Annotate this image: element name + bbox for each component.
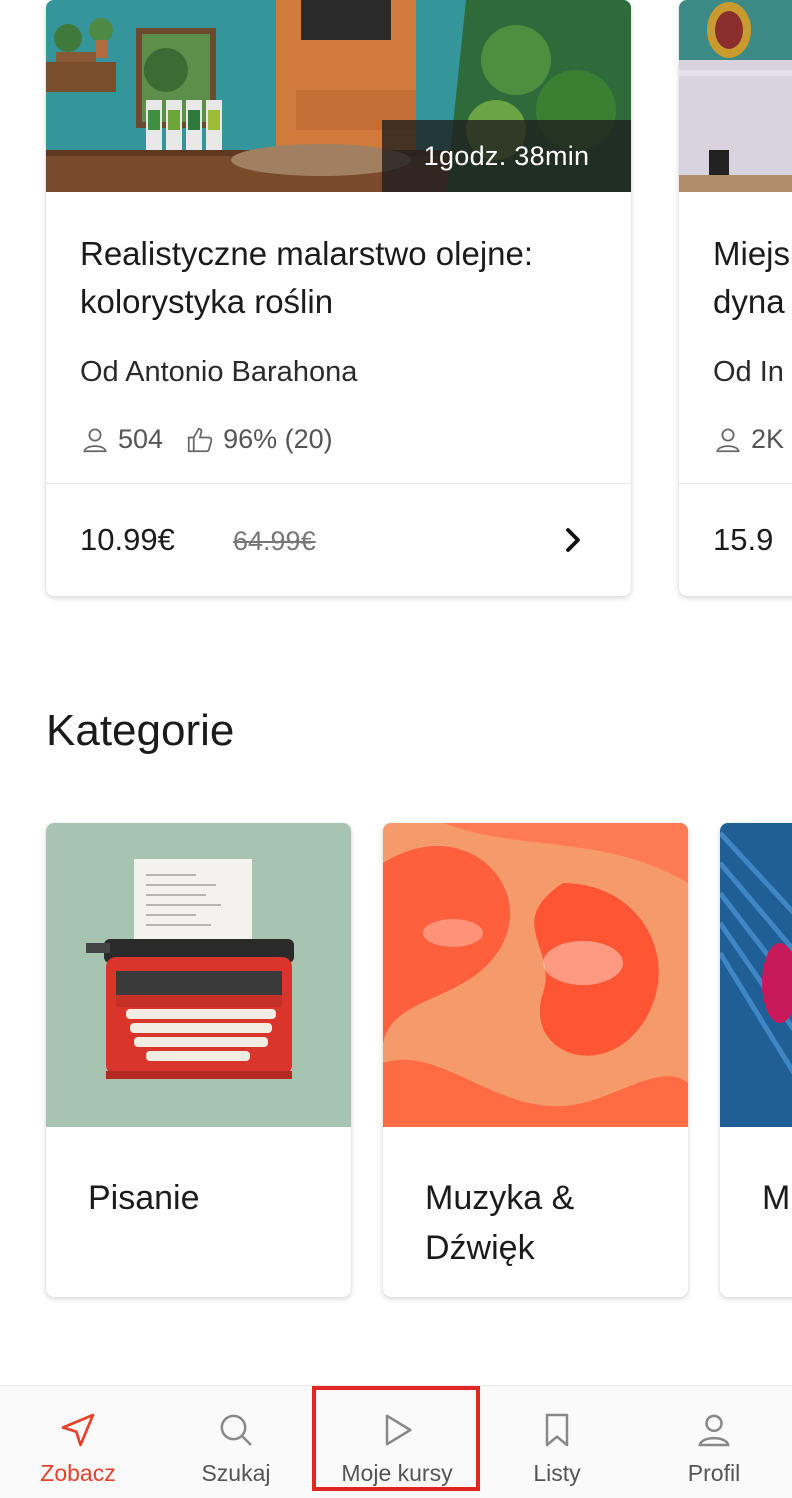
chevron-right-icon[interactable] — [558, 522, 588, 558]
divider — [679, 483, 792, 484]
course-card[interactable]: Miejs dyna Od In 2K 15.9 — [679, 0, 792, 596]
category-image — [46, 823, 351, 1127]
category-label: Muzyka & Dźwięk — [425, 1179, 575, 1267]
category-card-partial[interactable]: M — [720, 823, 792, 1297]
bottom-nav: Zobacz Szukaj Moje kursy Listy Profil — [0, 1385, 792, 1498]
rating: 96% (20) — [223, 424, 333, 454]
send-icon — [61, 1413, 95, 1447]
nav-label: Moje kursy — [341, 1460, 453, 1486]
course-card[interactable]: 1godz. 38min Realistyczne malarstwo olej… — [46, 0, 631, 596]
nav-label: Profil — [687, 1460, 741, 1486]
duration-badge: 1godz. 38min — [382, 120, 631, 192]
divider — [46, 483, 631, 484]
course-thumbnail — [679, 0, 792, 192]
students-count: 2K — [751, 424, 785, 454]
category-label: M — [762, 1179, 791, 1217]
course-stats: 504 96% (20) — [80, 424, 333, 455]
course-title: Miejs dyna — [713, 235, 791, 320]
course-stats: 2K — [713, 424, 784, 455]
user-icon — [716, 428, 740, 452]
category-image — [720, 823, 792, 1127]
course-thumbnail: 1godz. 38min — [46, 0, 631, 192]
play-icon — [385, 1414, 412, 1446]
section-title: Kategorie — [46, 706, 235, 755]
search-icon — [220, 1414, 252, 1446]
nav-label: Zobacz — [40, 1460, 116, 1486]
user-icon — [698, 1414, 730, 1447]
nav-item-szukaj[interactable]: Szukaj — [156, 1386, 316, 1498]
students-count: 504 — [118, 424, 164, 454]
category-card-pisanie[interactable]: Pisanie — [46, 823, 351, 1297]
nav-item-zobacz[interactable]: Zobacz — [0, 1386, 156, 1498]
bookmark-icon — [545, 1413, 569, 1447]
thumbs-up-icon — [187, 427, 213, 452]
nav-item-profil[interactable]: Profil — [636, 1386, 792, 1498]
price: 10.99€ — [80, 522, 175, 557]
category-card-muzyka[interactable]: Muzyka & Dźwięk — [383, 823, 688, 1297]
old-price: 64.99€ — [233, 526, 316, 556]
course-author: Od In — [713, 356, 784, 388]
user-icon — [83, 428, 107, 452]
screen: 1godz. 38min Realistyczne malarstwo olej… — [0, 0, 792, 1498]
course-title: Realistyczne malarstwo olejne: kolorysty… — [80, 235, 534, 320]
nav-label: Listy — [533, 1460, 581, 1486]
course-author: Od Antonio Barahona — [80, 356, 358, 388]
category-image — [383, 823, 688, 1127]
nav-item-moje-kursy[interactable]: Moje kursy — [316, 1386, 478, 1498]
category-label: Pisanie — [88, 1179, 200, 1217]
price: 15.9 — [713, 522, 774, 557]
nav-label: Szukaj — [201, 1460, 271, 1486]
nav-item-listy[interactable]: Listy — [478, 1386, 636, 1498]
